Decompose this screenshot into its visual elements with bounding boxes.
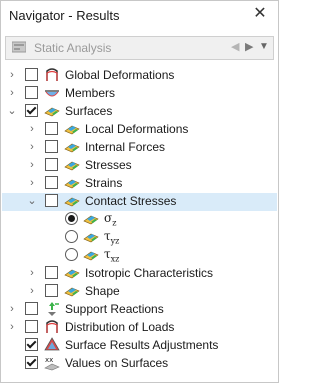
surface-result-icon (64, 161, 80, 171)
distribution-of-loads-icon (46, 320, 58, 333)
checkbox[interactable] (25, 320, 38, 333)
navigator-panel: Navigator - Results ✕ Static Analysis ◀ … (0, 0, 279, 383)
window-title: Navigator - Results (9, 8, 120, 23)
expand-icon[interactable]: › (27, 159, 37, 171)
static-analysis-icon (12, 41, 26, 53)
surface-results-adjustments-icon (44, 337, 60, 351)
tree-item-label: Internal Forces (85, 140, 166, 154)
tree-item-label: Surface Results Adjustments (65, 338, 219, 352)
next-icon[interactable]: ▶ (245, 40, 257, 54)
expand-icon[interactable]: › (7, 87, 17, 99)
checkbox[interactable] (45, 140, 58, 153)
analysis-dropdown-value: Static Analysis (34, 41, 112, 55)
tree-item-label: Values on Surfaces (65, 356, 169, 370)
analysis-dropdown[interactable]: Static Analysis ◀ ▶ ▼ (5, 36, 274, 60)
checkbox[interactable] (25, 302, 38, 315)
tree-item-surfaces[interactable]: ⌄ Surfaces (1, 103, 278, 121)
expand-icon[interactable]: › (7, 303, 17, 315)
tree-item-shape[interactable]: › Shape (1, 283, 278, 301)
checkbox[interactable] (45, 284, 58, 297)
collapse-icon[interactable]: ⌄ (7, 105, 17, 117)
expand-icon[interactable]: › (7, 321, 17, 333)
sigma-z-label: σz (104, 211, 117, 228)
tree-item-label: Distribution of Loads (65, 320, 175, 334)
surface-result-icon (83, 215, 99, 225)
expand-icon[interactable]: › (27, 141, 37, 153)
tree-item-isotropic-characteristics[interactable]: › Isotropic Characteristics (1, 265, 278, 283)
tree-item-label: Strains (85, 176, 123, 190)
surface-result-icon (64, 125, 80, 135)
tree-item-label: Local Deformations (85, 122, 189, 136)
tree-item-members[interactable]: › Members (1, 85, 278, 103)
svg-text:xx: xx (45, 356, 53, 364)
tree-item-label: Surfaces (65, 104, 113, 118)
checkbox[interactable] (25, 356, 38, 369)
tree-item-surface-results-adjustments[interactable]: Surface Results Adjustments (1, 337, 278, 355)
checkbox[interactable] (45, 158, 58, 171)
values-on-surfaces-icon: xx (44, 356, 60, 371)
expand-icon[interactable]: › (27, 177, 37, 189)
tree-item-global-deformations[interactable]: › Global Deformations (1, 67, 278, 85)
checkbox[interactable] (45, 176, 58, 189)
tree-item-stresses[interactable]: › Stresses (1, 157, 278, 175)
chevron-down-icon[interactable]: ▼ (259, 40, 271, 54)
tree-item-strains[interactable]: › Strains (1, 175, 278, 193)
global-deformations-icon (46, 68, 58, 81)
radio-button[interactable] (65, 230, 78, 243)
surface-result-icon (64, 179, 80, 189)
checkbox[interactable] (25, 104, 38, 117)
tree-item-label: Shape (85, 284, 120, 298)
tau-xz-label: τxz (104, 247, 120, 264)
tree-item-tau-yz[interactable]: τyz (1, 229, 278, 247)
tree-item-values-on-surfaces[interactable]: xx Values on Surfaces (1, 355, 278, 373)
tree-item-label: Global Deformations (65, 68, 175, 82)
tree-item-label: Isotropic Characteristics (85, 266, 214, 280)
tree-item-contact-stresses[interactable]: ⌄ Contact Stresses (2, 193, 277, 211)
surface-result-icon (64, 143, 80, 153)
surface-result-icon (64, 269, 80, 279)
tree-item-tau-xz[interactable]: τxz (1, 247, 278, 265)
surface-result-icon (83, 251, 99, 261)
expand-icon[interactable]: › (27, 123, 37, 135)
expand-icon[interactable]: › (7, 69, 17, 81)
members-icon (45, 90, 59, 97)
tree-item-label: Contact Stresses (85, 194, 177, 208)
checkbox[interactable] (25, 68, 38, 81)
checkbox[interactable] (25, 86, 38, 99)
close-icon[interactable]: ✕ (252, 6, 268, 22)
surface-result-icon (64, 197, 80, 207)
tree-item-distribution-of-loads[interactable]: › Distribution of Loads (1, 319, 278, 337)
surface-result-icon (64, 287, 80, 297)
checkbox[interactable] (45, 122, 58, 135)
surface-result-icon (83, 233, 99, 243)
radio-button[interactable] (65, 248, 78, 261)
tree-item-label: Support Reactions (65, 302, 164, 316)
expand-icon[interactable]: › (27, 267, 37, 279)
surfaces-icon (44, 107, 60, 117)
tree-item-label: Stresses (85, 158, 132, 172)
checkbox[interactable] (45, 266, 58, 279)
checkbox[interactable] (25, 338, 38, 351)
title-bar: Navigator - Results ✕ (1, 1, 278, 31)
tree-item-internal-forces[interactable]: › Internal Forces (1, 139, 278, 157)
tree-item-sigma-z[interactable]: σz (1, 211, 278, 229)
tree-item-support-reactions[interactable]: › Support Reactions (1, 301, 278, 319)
radio-button[interactable] (65, 212, 78, 225)
tree-item-label: Members (65, 86, 116, 100)
tree-item-local-deformations[interactable]: › Local Deformations (1, 121, 278, 139)
support-reactions-icon (48, 302, 59, 316)
collapse-icon[interactable]: ⌄ (27, 195, 37, 207)
checkbox[interactable] (45, 194, 58, 207)
tau-yz-label: τyz (104, 229, 120, 246)
previous-icon[interactable]: ◀ (231, 40, 243, 54)
expand-icon[interactable]: › (27, 285, 37, 297)
